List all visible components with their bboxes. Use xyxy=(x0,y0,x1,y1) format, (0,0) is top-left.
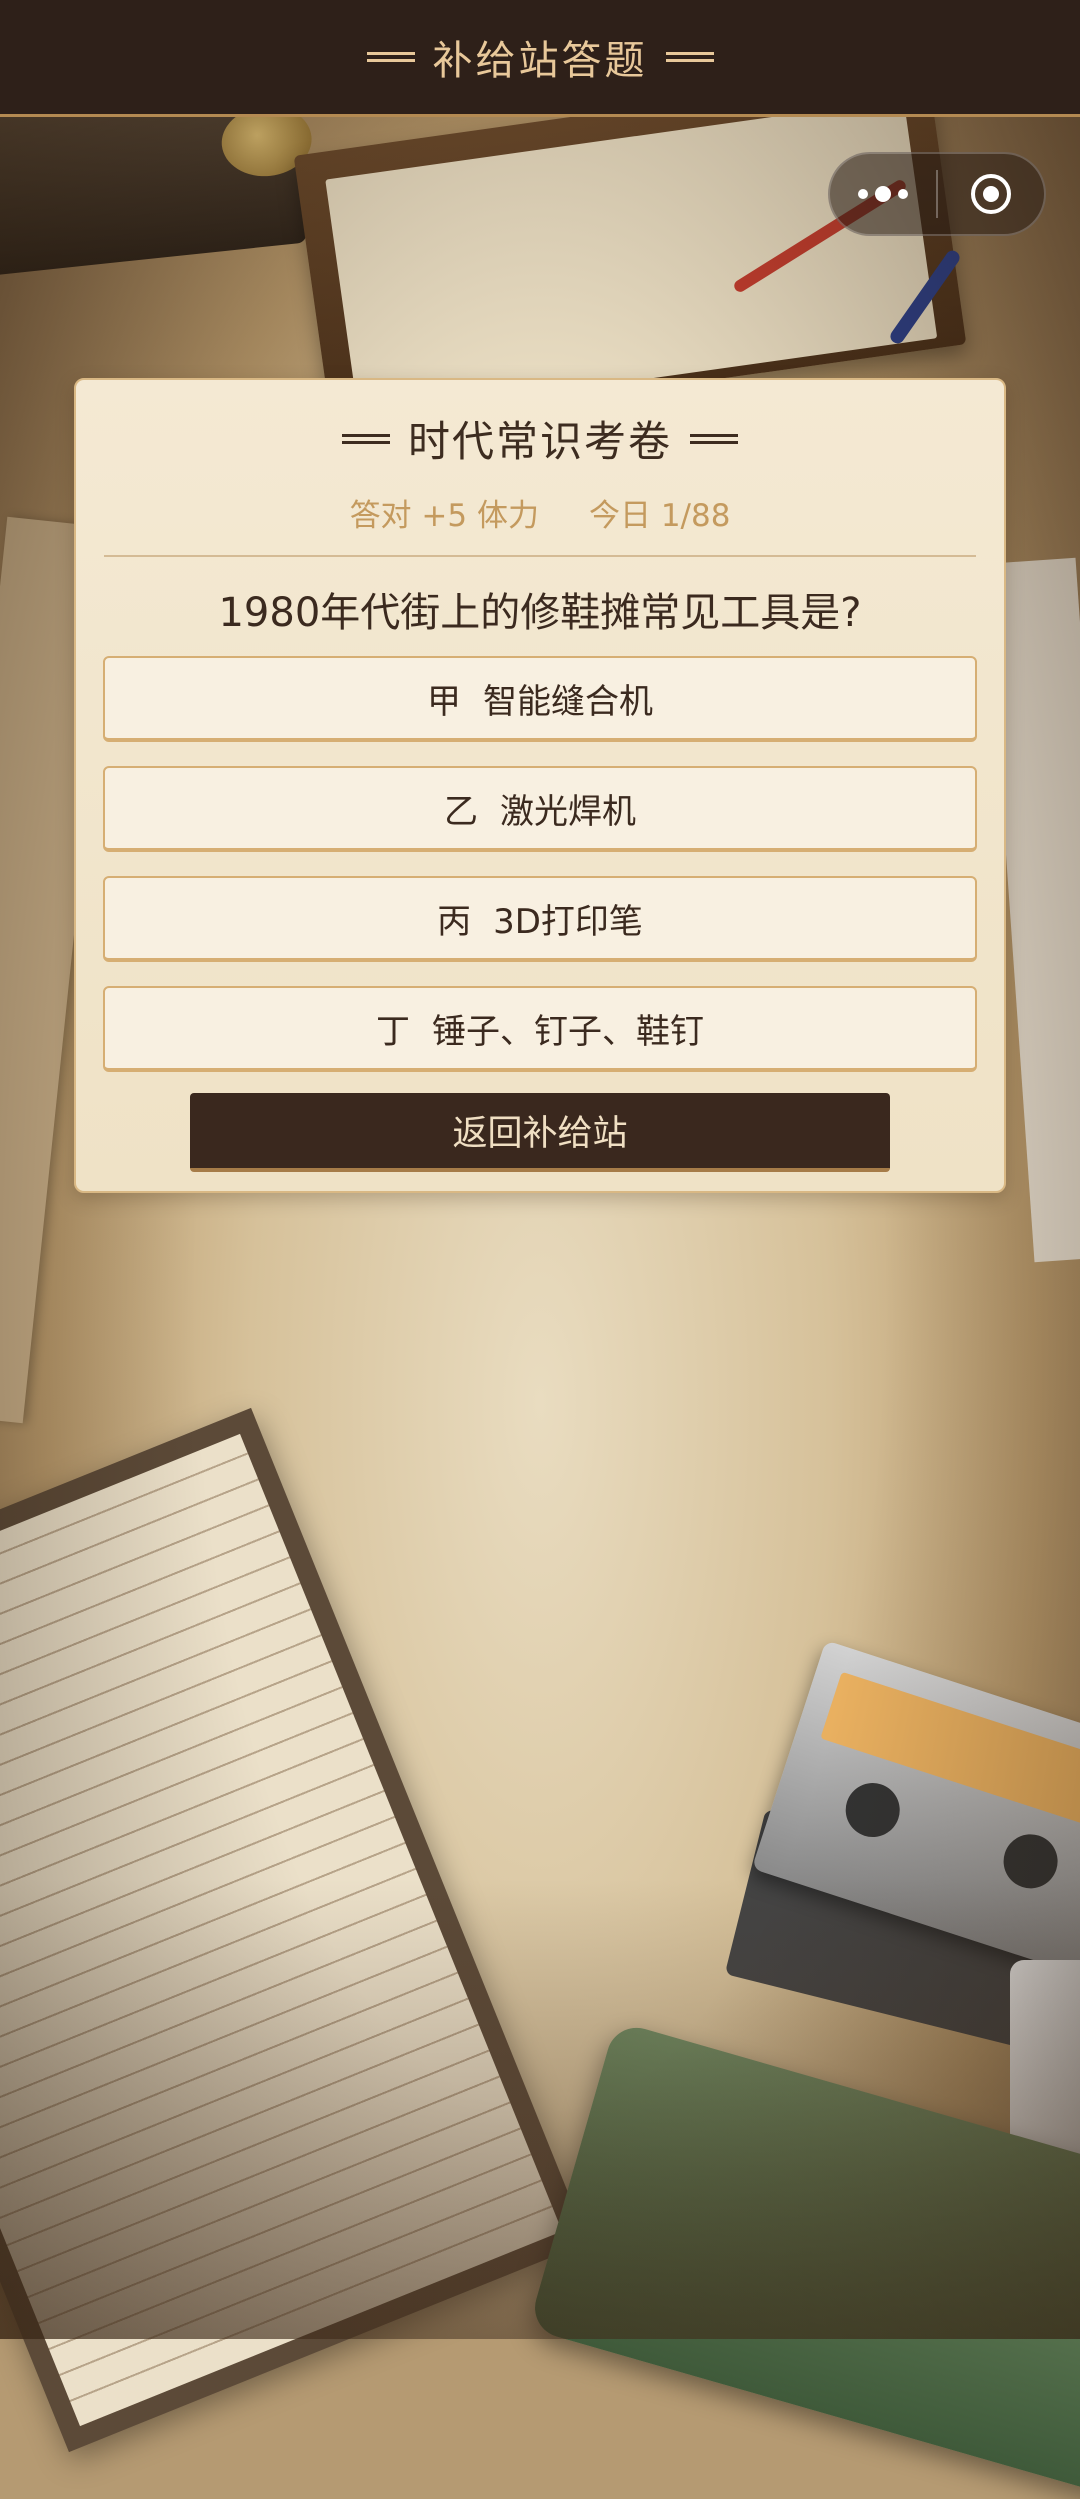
page-title: 补给站答题 xyxy=(366,28,714,86)
target-circle-icon xyxy=(971,174,1011,214)
option-a-button[interactable]: 甲 智能缝合机 xyxy=(103,656,977,742)
close-miniprogram-button[interactable] xyxy=(938,154,1044,234)
top-bar: 补给站答题 xyxy=(0,0,1080,117)
quiz-title-ornament-left xyxy=(341,433,390,444)
page-title-text: 补给站答题 xyxy=(432,38,648,84)
quiz-card: 时代常识考卷 答对 +5 体力 今日 1/88 1980年代街上的修鞋摊常见工具… xyxy=(74,378,1006,1193)
more-dots-icon xyxy=(858,186,908,202)
option-label: 智能缝合机 xyxy=(483,681,653,722)
option-label: 锤子、钉子、鞋钉 xyxy=(432,1011,704,1052)
option-label: 3D打印笔 xyxy=(493,901,643,942)
option-key: 乙 xyxy=(444,791,478,832)
quiz-meta: 答对 +5 体力 今日 1/88 xyxy=(76,490,1004,535)
divider xyxy=(104,555,976,557)
option-key: 甲 xyxy=(427,681,461,722)
title-ornament-right xyxy=(665,52,714,62)
answer-options: 甲 智能缝合机 乙 激光焊机 丙 3D打印笔 丁 锤子、钉子、鞋钉 xyxy=(103,656,977,1096)
option-key: 丙 xyxy=(437,901,472,942)
question-text: 1980年代街上的修鞋摊常见工具是? xyxy=(218,590,862,636)
miniprogram-capsule xyxy=(828,152,1046,236)
title-ornament-left xyxy=(366,52,415,62)
quiz-title-ornament-right xyxy=(690,433,738,444)
option-b-button[interactable]: 乙 激光焊机 xyxy=(103,766,977,852)
option-label: 激光焊机 xyxy=(500,791,636,832)
quiz-title-text: 时代常识考卷 xyxy=(407,417,672,466)
more-button[interactable] xyxy=(830,154,936,234)
quiz-title: 时代常识考卷 xyxy=(76,408,1004,469)
progress-text: 今日 1/88 xyxy=(588,498,731,534)
reward-text: 答对 +5 体力 xyxy=(349,498,539,534)
option-d-button[interactable]: 丁 锤子、钉子、鞋钉 xyxy=(103,986,977,1072)
back-to-supply-station-button[interactable]: 返回补给站 xyxy=(190,1093,890,1172)
option-c-button[interactable]: 丙 3D打印笔 xyxy=(103,876,977,962)
option-key: 丁 xyxy=(376,1011,410,1052)
